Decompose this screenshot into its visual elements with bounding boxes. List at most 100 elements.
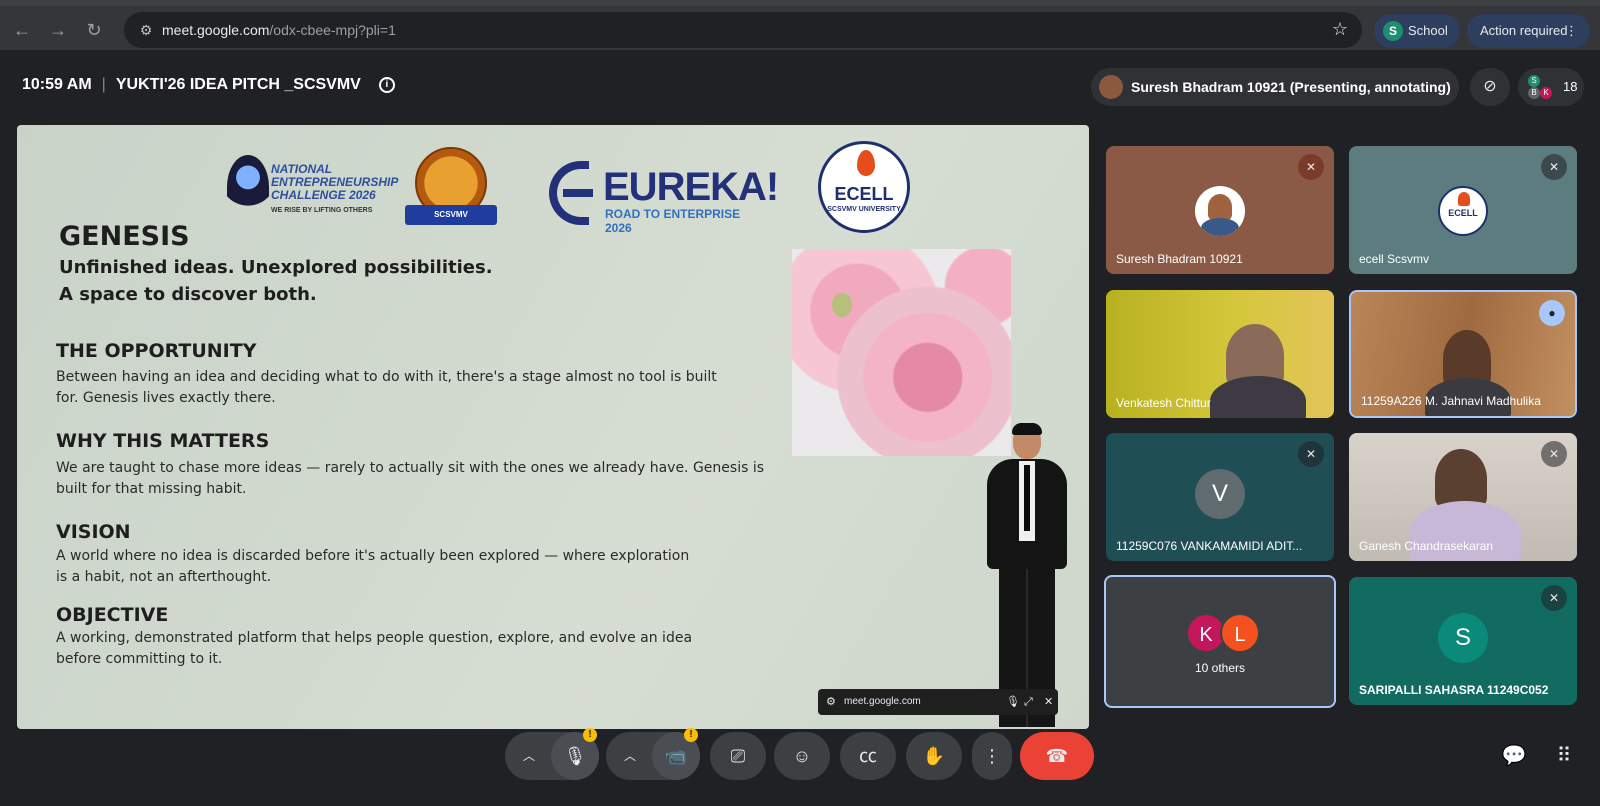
more-options-button[interactable]: ⋮ (972, 732, 1012, 780)
participant-tile[interactable]: Venkatesh Chittur (1106, 290, 1334, 418)
sharing-mini-bar: ⚙ meet.google.com 🎙 ⤢ ✕ (818, 689, 1058, 715)
slide-tagline: Unfinished ideas. Unexplored possibiliti… (59, 257, 493, 278)
header-separator: | (101, 76, 106, 93)
people-avatar: B (1528, 87, 1540, 99)
action-required-button[interactable]: Action required ⋮ (1467, 14, 1590, 48)
expand-icon[interactable]: ⤢ (1024, 689, 1033, 715)
avatar: L (1220, 613, 1260, 653)
people-avatar: S (1528, 75, 1540, 87)
presenter-indicator[interactable]: Suresh Bhadram 10921 (Presenting, annota… (1091, 68, 1459, 106)
presenter-avatar (1099, 75, 1123, 99)
nec-tagline: WE RISE BY LIFTING OTHERS (271, 207, 373, 214)
mini-bar-label: meet.google.com (844, 696, 921, 707)
participant-name: Venkatesh Chittur (1116, 396, 1211, 410)
others-tile[interactable]: K L 10 others (1104, 575, 1336, 708)
torch-icon (857, 150, 875, 176)
section-title: VISION (56, 521, 131, 543)
url-text: meet.google.com/odx-cbee-mpj?pli=1 (162, 22, 396, 38)
action-required-label: Action required (1480, 23, 1568, 38)
participant-name: 11259A226 M. Jahnavi Madhulika (1361, 394, 1541, 408)
muted-mic-icon: ✕ (1298, 154, 1324, 180)
warning-badge: ! (583, 728, 597, 742)
avatar-face (1208, 194, 1232, 220)
speaking-indicator-icon: ● (1539, 300, 1565, 326)
section-text: built for that missing habit. (56, 481, 247, 497)
chevron-up-icon[interactable]: ︿ (620, 732, 640, 780)
person-body (1210, 376, 1306, 418)
address-bar[interactable]: ⚙ meet.google.com/odx-cbee-mpj?pli=1 ☆ (124, 12, 1362, 48)
participant-tile[interactable]: ✕ Suresh Bhadram 10921 (1106, 146, 1334, 274)
meeting-header: 10:59 AM | YUKTI'26 IDEA PITCH _SCSVMV i (22, 76, 395, 94)
participant-tile[interactable]: V ✕ 11259C076 VANKAMAMIDI ADIT... (1106, 433, 1334, 561)
others-count-label: 10 others (1194, 661, 1246, 675)
figure-tie (1024, 465, 1030, 531)
end-call-button[interactable]: ☎ (1020, 732, 1094, 780)
eureka-word: EUREKA! (603, 165, 779, 209)
ecell-subtitle: SCSVMV UNIVERSITY (827, 206, 901, 213)
forward-icon[interactable]: → (44, 16, 72, 44)
raise-hand-button[interactable]: ✋ (906, 732, 962, 780)
avatar: ECELL (1438, 186, 1488, 236)
emblem-ribbon: SCSVMV (405, 205, 497, 225)
section-title: THE OPPORTUNITY (56, 340, 257, 362)
activities-grid-icon[interactable]: ⠿ (1550, 742, 1578, 770)
eureka-subtitle: ROAD TO ENTERPRISE 2026 (605, 207, 741, 235)
meeting-info-icon[interactable]: i (378, 77, 395, 93)
chevron-up-icon[interactable]: ︿ (519, 732, 539, 780)
warning-badge: ! (684, 728, 698, 742)
participant-tile[interactable]: ● 11259A226 M. Jahnavi Madhulika (1349, 290, 1577, 418)
bookmark-star-icon[interactable]: ☆ (1332, 19, 1348, 40)
rocket-icon (227, 155, 269, 219)
section-title: WHY THIS MATTERS (56, 430, 270, 452)
nec-line: CHALLENGE 2026 (271, 188, 376, 202)
presenter-figure-image (977, 423, 1077, 729)
avatar-flame (1458, 192, 1470, 206)
section-text: A working, demonstrated platform that he… (56, 630, 693, 646)
slide-tagline: A space to discover both. (59, 284, 317, 305)
scsvmv-emblem: SCSVMV (405, 147, 497, 231)
site-info-icon[interactable]: ⚙ (136, 20, 156, 40)
section-text: before committing to it. (56, 651, 223, 667)
muted-mic-icon: ✕ (1541, 585, 1567, 611)
captions-button[interactable]: ㏄ (840, 732, 896, 780)
hide-video-icon[interactable]: ⊘ (1470, 68, 1510, 106)
slide-heading: GENESIS (59, 221, 190, 252)
back-icon[interactable]: ← (8, 16, 36, 44)
presentation-slide: NATIONAL ENTREPRENEURSHIP CHALLENGE 2026… (17, 125, 1089, 729)
profile-avatar: S (1383, 21, 1403, 41)
flower-bud (832, 293, 852, 317)
muted-mic-icon: ✕ (1541, 441, 1567, 467)
eureka-logo: EUREKA! ROAD TO ENTERPRISE 2026 (549, 161, 779, 235)
person-head (1435, 449, 1487, 509)
participant-name: ecell Scsvmv (1359, 252, 1430, 266)
tune-icon: ⚙ (826, 696, 836, 708)
avatar (1195, 186, 1245, 236)
profile-label: School (1408, 23, 1448, 38)
emoji-reactions-button[interactable]: ☺ (774, 732, 830, 780)
url-path: /odx-cbee-mpj?pli=1 (269, 22, 396, 38)
avatar-shirt (1201, 218, 1239, 236)
nec-logo-text: NATIONAL ENTREPRENEURSHIP CHALLENGE 2026 (271, 163, 398, 202)
camera-control-group: ︿ 📹 ! (606, 728, 700, 780)
reload-icon[interactable]: ↻ (80, 16, 108, 44)
avatar: V (1195, 469, 1245, 519)
section-text: We are taught to chase more ideas — rare… (56, 460, 765, 476)
chat-icon[interactable]: 💬 (1500, 742, 1528, 770)
meeting-title: YUKTI'26 IDEA PITCH _SCSVMV (115, 76, 361, 93)
participant-tile[interactable]: ✕ Ganesh Chandrasekaran (1349, 433, 1577, 561)
close-icon[interactable]: ✕ (1044, 689, 1053, 715)
participant-tile[interactable]: S ✕ SARIPALLI SAHASRA 11249C052 (1349, 577, 1577, 705)
people-button[interactable]: S B K 18 (1518, 68, 1584, 106)
profile-button[interactable]: S School (1374, 14, 1460, 48)
eureka-e-bar (563, 189, 593, 197)
figure-hair (1012, 423, 1042, 435)
section-text: for. Genesis lives exactly there. (56, 390, 276, 406)
present-screen-button[interactable]: ⎚ (710, 732, 766, 780)
section-text: is a habit, not an afterthought. (56, 569, 272, 585)
section-text: Between having an idea and deciding what… (56, 369, 717, 385)
avatar-ecell-text: ECELL (1448, 208, 1478, 218)
avatar: S (1438, 613, 1488, 663)
participant-tile[interactable]: ECELL ✕ ecell Scsvmv (1349, 146, 1577, 274)
mic-icon[interactable]: 🎙 (1006, 689, 1020, 715)
muted-mic-icon: ✕ (1298, 441, 1324, 467)
